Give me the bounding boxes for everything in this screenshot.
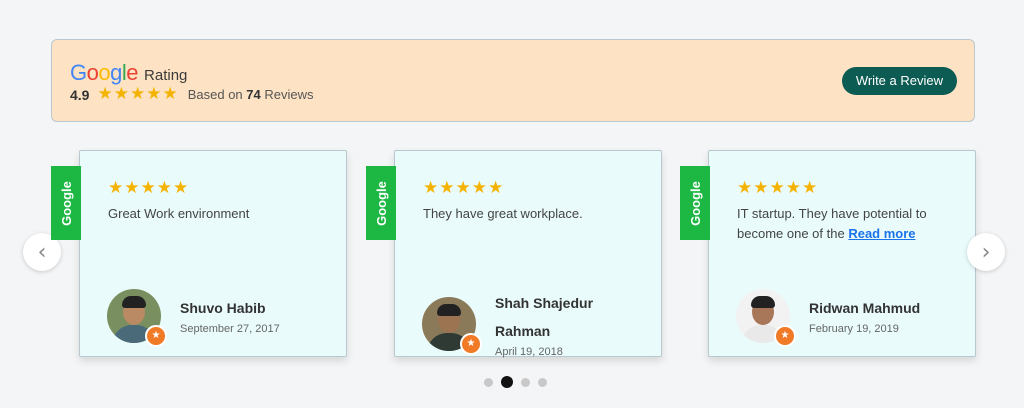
review-stars: ★ ★ ★ ★ ★ [737, 180, 817, 197]
reviews-widget: Google Rating 4.9 ★ ★ ★ ★ ★ Based on 74 … [0, 0, 1024, 408]
badge-label: Google [58, 180, 74, 226]
brand-row: Google Rating [70, 60, 187, 86]
review-date: February 19, 2019 [809, 323, 899, 335]
star-icon: ★ [140, 178, 156, 198]
review-date: April 19, 2018 [495, 346, 563, 358]
star-icon: ★ [173, 178, 189, 198]
reviewer-name-line2: Rahman [495, 323, 551, 339]
pagination-dot-active[interactable] [501, 376, 513, 388]
review-text-line2: become one of the [737, 226, 845, 241]
star-icon: ★ [471, 178, 487, 198]
review-stars: ★ ★ ★ ★ ★ [423, 180, 503, 197]
star-icon: ★ [129, 84, 146, 104]
review-card: Google ★ ★ ★ ★ ★ They have great workpla… [366, 150, 662, 358]
review-text: They have great workplace. [423, 206, 583, 221]
star-icon: ★ [769, 178, 785, 198]
reviewer-name: Ridwan Mahmud [809, 300, 921, 316]
review-card: Google ★ ★ ★ ★ ★ Great Work environment … [51, 150, 347, 357]
star-icon: ★ [108, 178, 124, 198]
based-prefix: Based on [187, 87, 243, 102]
review-date: September 27, 2017 [180, 323, 280, 335]
review-count-text: Based on 74 Reviews [188, 87, 314, 102]
local-guide-icon: ★ [145, 325, 167, 347]
google-logo: Google [70, 60, 139, 86]
star-icon: ★ [124, 178, 140, 198]
score-row: 4.9 ★ ★ ★ ★ ★ Based on 74 Reviews [70, 86, 314, 103]
review-text-line1: IT startup. They have potential to [737, 206, 927, 221]
based-suffix: Reviews [264, 87, 314, 102]
star-icon: ★ [156, 178, 172, 198]
write-review-button[interactable]: Write a Review [841, 67, 957, 95]
star-icon: ★ [753, 178, 769, 198]
avatar: ★ [736, 289, 796, 347]
star-icon: ★ [162, 84, 178, 104]
star-icon: ★ [488, 178, 504, 198]
pagination-dot[interactable] [521, 377, 530, 387]
badge-label: Google [687, 180, 703, 226]
star-icon: ★ [97, 84, 113, 104]
avatar: ★ [422, 297, 482, 355]
google-source-badge: Google [366, 166, 396, 240]
review-card: Google ★ ★ ★ ★ ★ IT startup. They have p… [680, 150, 976, 357]
logo-letter: e [126, 60, 139, 85]
review-count: 74 [246, 87, 261, 102]
avatar-hair [437, 304, 461, 316]
read-more-link[interactable]: Read more [848, 226, 915, 241]
reviewer-name-line1: Shah Shajedur [495, 295, 594, 311]
review-text: Great Work environment [108, 206, 250, 221]
star-icon: ★ [423, 178, 439, 198]
carousel-pagination [484, 376, 547, 388]
avatar-hair [751, 296, 775, 308]
chevron-right-icon: › [981, 239, 991, 265]
pagination-dot[interactable] [484, 377, 493, 387]
average-stars: ★ ★ ★ ★ ★ [97, 86, 177, 103]
star-icon: ★ [737, 178, 753, 198]
local-guide-icon: ★ [460, 333, 482, 355]
avatar-hair [122, 296, 146, 308]
star-icon: ★ [439, 178, 455, 198]
logo-letter: G [70, 60, 87, 85]
logo-letter: g [110, 60, 122, 85]
review-stars: ★ ★ ★ ★ ★ [108, 180, 188, 197]
google-source-badge: Google [680, 166, 710, 240]
pagination-dot[interactable] [538, 377, 547, 387]
logo-letter: o [86, 60, 99, 85]
chevron-left-icon: ‹ [37, 239, 47, 265]
rating-summary-banner: Google Rating 4.9 ★ ★ ★ ★ ★ Based on 74 … [51, 39, 975, 122]
star-icon: ★ [802, 178, 818, 198]
carousel-next-button[interactable]: › [967, 233, 1005, 271]
star-icon: ★ [113, 84, 129, 104]
logo-letter: o [98, 60, 111, 85]
star-icon: ★ [146, 84, 162, 104]
local-guide-icon: ★ [774, 325, 796, 347]
star-icon: ★ [455, 178, 471, 198]
review-text: IT startup. They have potential to becom… [737, 204, 959, 244]
star-icon: ★ [785, 178, 801, 198]
badge-label: Google [373, 180, 389, 226]
avatar: ★ [107, 289, 167, 347]
reviewer-name: Shuvo Habib [180, 300, 266, 316]
rating-label: Rating [144, 67, 188, 84]
google-source-badge: Google [51, 166, 81, 240]
average-score: 4.9 [70, 86, 90, 103]
